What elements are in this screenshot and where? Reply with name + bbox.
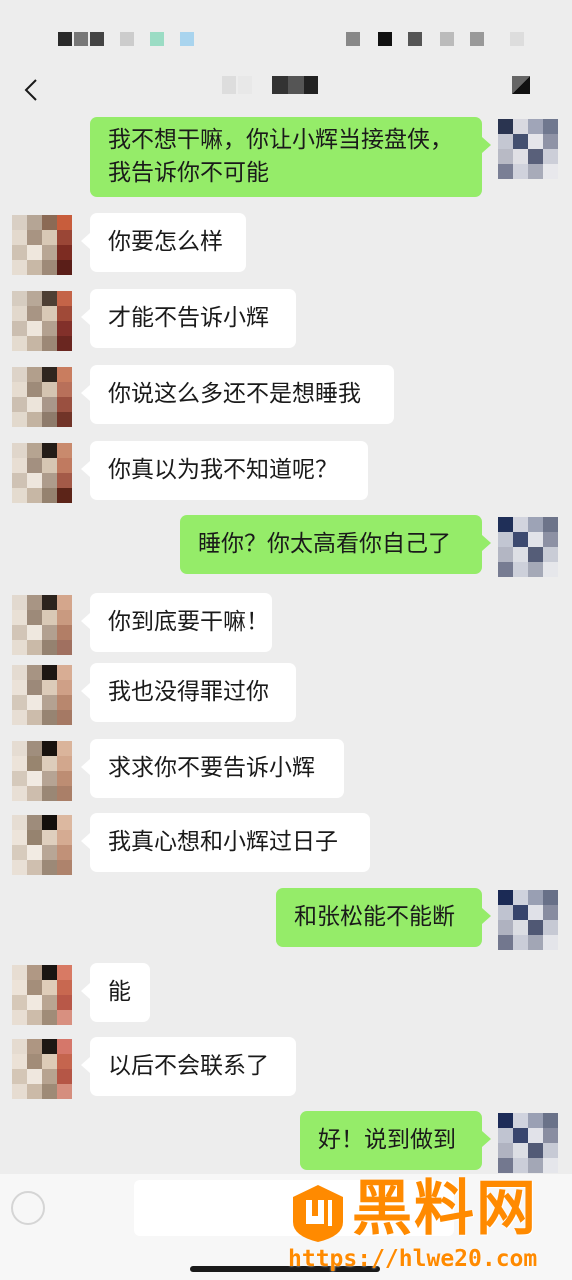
watermark-brand: 黑料网 — [352, 1174, 538, 1244]
received-message-bubble[interactable]: 我真心想和小辉过日子 — [81, 813, 370, 872]
message-row-received: 我也没得罪过你 — [0, 663, 572, 725]
received-message-bubble[interactable]: 我也没得罪过你 — [81, 663, 296, 722]
voice-icon — [11, 1191, 45, 1225]
status-pixel — [440, 32, 454, 46]
received-message-bubble[interactable]: 你真以为我不知道呢？ — [81, 441, 368, 500]
avatar-contact[interactable] — [12, 367, 72, 427]
received-message-bubble[interactable]: 你到底要干嘛！ — [81, 593, 272, 652]
received-message-bubble[interactable]: 你要怎么样 — [81, 213, 246, 272]
sent-message-bubble[interactable]: 和张松能不能断 — [276, 888, 491, 947]
status-pixel — [378, 32, 392, 46]
received-message-bubble[interactable]: 以后不会联系了 — [81, 1037, 296, 1096]
status-pixel — [90, 32, 104, 46]
message-row-received: 我真心想和小辉过日子 — [0, 813, 572, 875]
status-bar — [0, 0, 572, 62]
status-pixel — [150, 32, 164, 46]
sent-message-bubble[interactable]: 我不想干嘛，你让小辉当接盘侠，我告诉你不可能 — [90, 117, 491, 197]
status-pixel — [346, 32, 360, 46]
avatar-contact[interactable] — [12, 215, 72, 275]
more-button[interactable] — [512, 76, 530, 94]
message-row-sent: 好！说到做到 — [0, 1111, 572, 1173]
avatar-contact[interactable] — [12, 1039, 72, 1099]
message-row-received: 你说这么多还不是想睡我 — [0, 365, 572, 427]
avatar-contact[interactable] — [12, 965, 72, 1025]
avatar-self[interactable] — [498, 517, 558, 577]
more-icon — [512, 76, 530, 94]
message-row-sent: 和张松能不能断 — [0, 888, 572, 950]
watermark-logo-icon — [293, 1185, 343, 1242]
back-button[interactable] — [14, 72, 50, 108]
message-row-sent: 睡你？你太高看你自己了 — [0, 515, 572, 577]
message-row-received: 以后不会联系了 — [0, 1037, 572, 1099]
avatar-contact[interactable] — [12, 443, 72, 503]
chat-title-blurred — [222, 76, 322, 94]
message-row-received: 你到底要干嘛！ — [0, 593, 572, 655]
chat-header — [0, 62, 572, 118]
chevron-left-icon — [24, 79, 37, 101]
message-row-received: 才能不告诉小辉 — [0, 289, 572, 351]
received-message-bubble[interactable]: 求求你不要告诉小辉 — [81, 739, 344, 798]
avatar-self[interactable] — [498, 119, 558, 179]
sent-message-bubble[interactable]: 睡你？你太高看你自己了 — [180, 515, 491, 574]
avatar-contact[interactable] — [12, 665, 72, 725]
message-row-received: 你真以为我不知道呢？ — [0, 441, 572, 503]
status-pixel — [58, 32, 72, 46]
avatar-contact[interactable] — [12, 595, 72, 655]
avatar-self[interactable] — [498, 890, 558, 950]
message-row-received: 能 — [0, 963, 572, 1025]
sent-message-bubble[interactable]: 好！说到做到 — [300, 1111, 491, 1170]
status-pixel — [180, 32, 194, 46]
received-message-bubble[interactable]: 能 — [81, 963, 150, 1022]
status-pixel — [470, 32, 484, 46]
avatar-self[interactable] — [498, 1113, 558, 1173]
avatar-contact[interactable] — [12, 291, 72, 351]
message-row-sent: 我不想干嘛，你让小辉当接盘侠，我告诉你不可能 — [0, 117, 572, 197]
status-pixel — [74, 32, 88, 46]
avatar-contact[interactable] — [12, 741, 72, 801]
status-pixel — [510, 32, 524, 46]
received-message-bubble[interactable]: 才能不告诉小辉 — [81, 289, 296, 348]
message-row-received: 求求你不要告诉小辉 — [0, 739, 572, 801]
message-row-received: 你要怎么样 — [0, 213, 572, 275]
watermark-url: https://hlwe20.com — [288, 1246, 538, 1272]
voice-button[interactable] — [6, 1186, 50, 1230]
status-pixel — [408, 32, 422, 46]
received-message-bubble[interactable]: 你说这么多还不是想睡我 — [81, 365, 394, 424]
status-pixel — [120, 32, 134, 46]
avatar-contact[interactable] — [12, 815, 72, 875]
